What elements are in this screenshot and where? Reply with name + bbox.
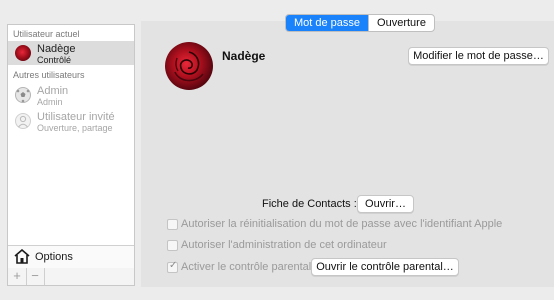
- other-users-header: Autres utilisateurs: [13, 70, 85, 80]
- user-row-current[interactable]: Nadège Contrôlé: [8, 41, 134, 65]
- add-user-button[interactable]: +: [8, 268, 27, 285]
- user-name: Nadège: [37, 43, 76, 55]
- add-remove-bar: + −: [7, 268, 135, 286]
- house-icon: [14, 249, 30, 264]
- user-name: Admin: [37, 85, 69, 97]
- parental-controls-checkbox[interactable]: [167, 260, 178, 273]
- login-options-row[interactable]: Options: [8, 245, 134, 268]
- tab-login-items[interactable]: Ouverture: [368, 15, 434, 31]
- apple-id-reset-checkbox[interactable]: [167, 219, 178, 230]
- current-user-header: Utilisateur actuel: [13, 29, 80, 39]
- user-full-name: Nadège: [222, 49, 266, 63]
- user-row-guest[interactable]: Utilisateur invité Ouverture, partage: [8, 109, 134, 133]
- options-label: Options: [35, 251, 73, 263]
- remove-user-button[interactable]: −: [26, 268, 45, 285]
- soccer-ball-avatar-icon: [15, 87, 31, 103]
- user-picture[interactable]: [165, 42, 213, 90]
- apple-id-reset-label: Autoriser la réinitialisation du mot de …: [181, 218, 503, 230]
- user-name: Utilisateur invité: [37, 111, 115, 123]
- change-password-button[interactable]: Modifier le mot de passe…: [408, 47, 549, 65]
- guest-user-icon: [15, 113, 31, 129]
- tab-control: Mot de passe Ouverture: [285, 14, 435, 32]
- user-role: Ouverture, partage: [37, 123, 113, 133]
- admin-checkbox[interactable]: [167, 240, 178, 251]
- open-contact-button[interactable]: Ouvrir…: [357, 195, 414, 213]
- parental-controls-label: Activer le contrôle parental: [181, 261, 312, 273]
- open-parental-controls-button[interactable]: Ouvrir le contrôle parental…: [311, 258, 459, 276]
- users-list: Utilisateur actuel Nadège Contrôlé Autre…: [7, 24, 135, 268]
- contact-card-label: Fiche de Contacts :: [262, 198, 357, 210]
- user-row-admin[interactable]: Admin Admin: [8, 83, 134, 107]
- user-avatar-icon: [15, 45, 31, 61]
- user-role: Admin: [37, 97, 63, 107]
- tab-password[interactable]: Mot de passe: [286, 15, 369, 31]
- user-role: Contrôlé: [37, 55, 72, 65]
- admin-label: Autoriser l'administration de cet ordina…: [181, 239, 387, 251]
